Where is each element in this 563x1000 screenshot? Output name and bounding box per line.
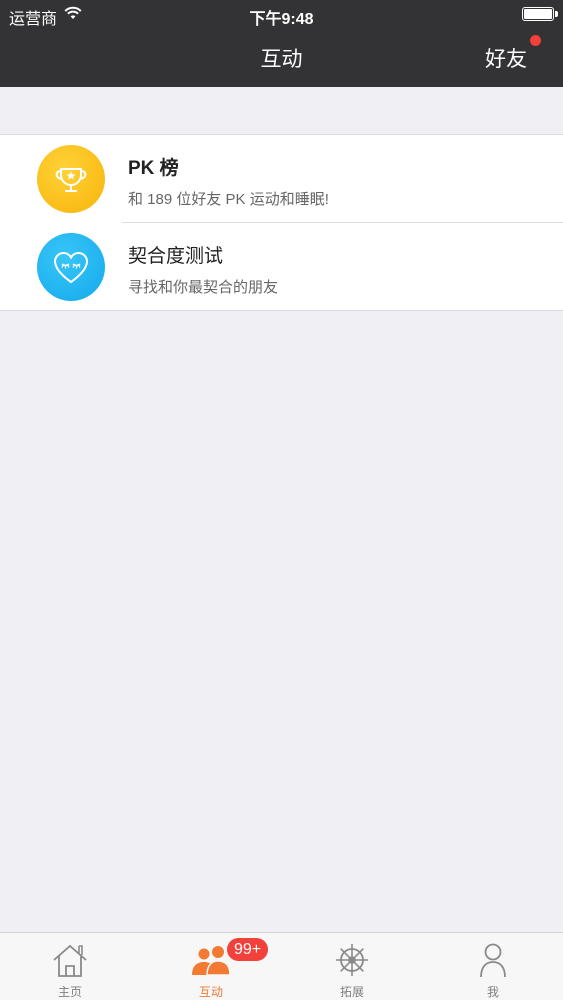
- ship-wheel-icon: [336, 944, 368, 976]
- list-item-title: PK 榜: [128, 158, 179, 179]
- app-screen: 运营商 下午9:48 互动 好友 PK 榜 和 189 位好友 PK 运动和睡眠…: [0, 0, 563, 1000]
- notification-badge: 99+: [227, 938, 269, 961]
- list-item-pk-ranking[interactable]: PK 榜 和 189 位好友 PK 运动和睡眠!: [0, 135, 563, 223]
- tab-label: 拓展: [339, 985, 364, 999]
- tab-label: 主页: [57, 985, 82, 999]
- top-bar: 运营商 下午9:48 互动 好友: [0, 0, 563, 87]
- feature-list: PK 榜 和 189 位好友 PK 运动和睡眠! 契合度测试 寻找和你最契合的朋…: [0, 134, 563, 311]
- friends-button[interactable]: 好友: [485, 43, 527, 73]
- status-time: 下午9:48: [249, 11, 314, 28]
- list-item-subtitle: 寻找和你最契合的朋友: [128, 279, 279, 296]
- tab-me[interactable]: 我: [423, 933, 563, 1000]
- tab-expand[interactable]: 拓展: [282, 933, 422, 1000]
- list-item-compatibility-test[interactable]: 契合度测试 寻找和你最契合的朋友: [0, 223, 563, 311]
- battery-icon: [522, 7, 558, 21]
- status-bar: 运营商 下午9:48: [0, 0, 563, 30]
- tab-social[interactable]: 99+ 互动: [141, 933, 281, 1000]
- trophy-icon: [37, 145, 105, 213]
- list-item-subtitle: 和 189 位好友 PK 运动和睡眠!: [128, 191, 329, 208]
- notification-dot: [530, 35, 541, 46]
- tab-bar: 主页 99+ 互动 拓展 我: [0, 932, 563, 1000]
- page-title: 互动: [260, 48, 303, 71]
- list-item-title: 契合度测试: [128, 246, 224, 267]
- tab-label: 互动: [198, 985, 223, 999]
- heart-icon: [37, 233, 105, 301]
- person-icon: [480, 943, 506, 978]
- home-icon: [53, 944, 87, 977]
- tab-label: 我: [486, 985, 499, 999]
- tab-home[interactable]: 主页: [0, 933, 140, 1000]
- people-icon: [192, 946, 231, 976]
